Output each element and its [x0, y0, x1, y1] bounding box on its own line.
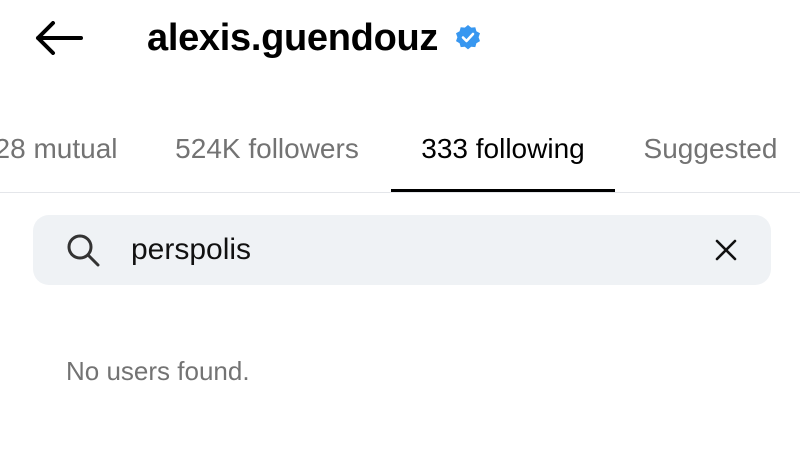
tab-following[interactable]: 333 following — [391, 108, 615, 190]
verified-badge-icon — [454, 24, 482, 52]
tab-label: 524K followers — [175, 133, 359, 164]
search-bar — [33, 215, 771, 285]
arrow-left-icon — [36, 21, 83, 55]
tab-suggested[interactable]: Suggested — [628, 108, 793, 190]
tab-mutual[interactable]: 28 mutual — [0, 108, 136, 190]
tab-label: Suggested — [643, 133, 778, 164]
profile-title: alexis.guendouz — [147, 12, 482, 64]
username: alexis.guendouz — [147, 16, 439, 59]
close-icon[interactable] — [711, 235, 741, 265]
tab-label: 333 following — [421, 133, 585, 164]
back-button[interactable] — [30, 14, 86, 62]
top-bar: alexis.guendouz — [0, 0, 800, 80]
tab-bar: 28 mutual 524K followers 333 following S… — [0, 108, 800, 193]
active-tab-indicator — [391, 189, 615, 192]
empty-results-message: No users found. — [66, 356, 250, 386]
tab-label: 28 mutual — [0, 133, 118, 164]
following-screen: alexis.guendouz 28 mutual 524K followers… — [0, 0, 800, 455]
tab-followers[interactable]: 524K followers — [160, 108, 374, 190]
search-input[interactable] — [131, 225, 691, 275]
search-icon — [67, 234, 100, 267]
